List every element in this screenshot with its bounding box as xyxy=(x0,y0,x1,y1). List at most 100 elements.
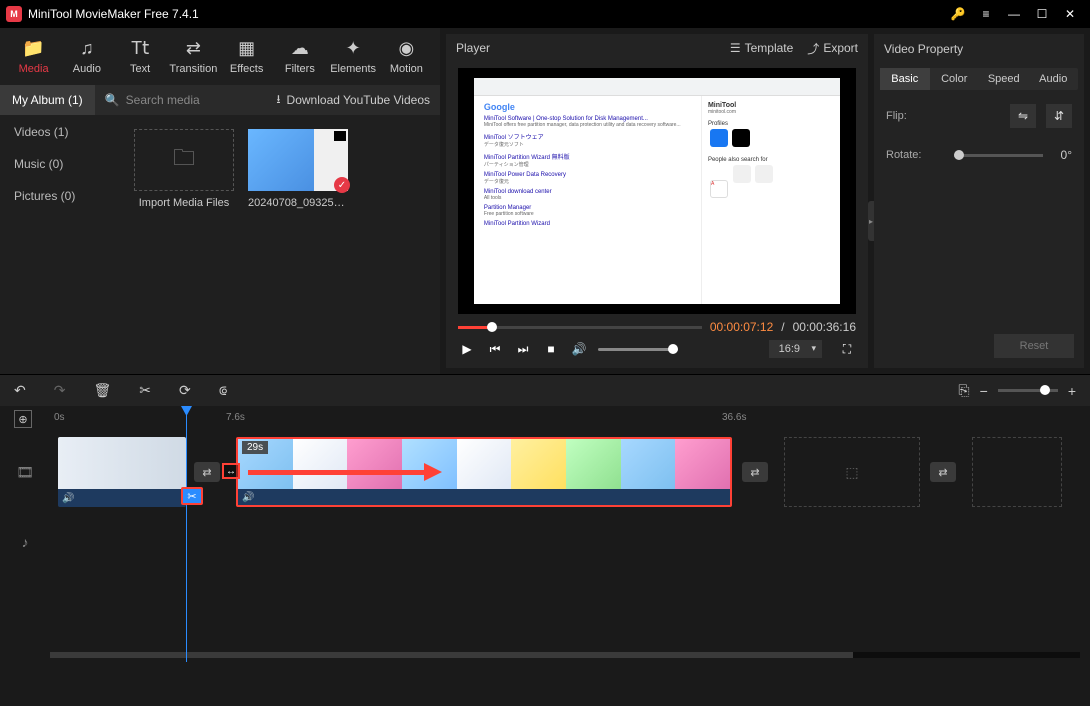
export-icon: ⤴ xyxy=(807,40,819,57)
zoom-out-button[interactable]: − xyxy=(980,383,988,399)
split-button[interactable]: ✂ xyxy=(139,382,151,399)
aspect-ratio-select[interactable]: 16:9 xyxy=(769,340,822,358)
tab-filters[interactable]: ☁Filters xyxy=(274,34,325,79)
transition-slot[interactable]: ⇄ xyxy=(194,462,220,482)
flip-horizontal-button[interactable]: ⇋ xyxy=(1010,104,1036,128)
nav-music[interactable]: Music (0) xyxy=(14,157,106,171)
import-label: Import Media Files xyxy=(134,197,234,209)
prev-frame-button[interactable]: ⏮ xyxy=(486,342,504,357)
add-track-button[interactable]: ⊕ xyxy=(14,410,32,428)
play-button[interactable]: ▶ xyxy=(458,342,476,356)
tab-motion[interactable]: ◉Motion xyxy=(381,34,432,79)
window-close-button[interactable]: ✕ xyxy=(1056,0,1084,28)
tab-elements[interactable]: ✦Elements xyxy=(328,34,379,79)
ruler-mark: 36.6s xyxy=(722,412,746,423)
tab-audio[interactable]: ♫Audio xyxy=(61,34,112,79)
fullscreen-button[interactable]: ⛶ xyxy=(838,342,856,357)
vip-key-icon[interactable]: 🔑 xyxy=(944,0,972,28)
video-track-icon: 🎞 xyxy=(0,464,50,481)
prop-tab-audio[interactable]: Audio xyxy=(1029,68,1079,90)
audio-track-content[interactable] xyxy=(50,507,1090,577)
transition-slot[interactable]: ⇄ xyxy=(742,462,768,482)
panel-collapse-handle[interactable]: ▸ xyxy=(868,201,874,241)
filters-icon: ☁ xyxy=(274,38,325,59)
media-category-nav: Videos (1) Music (0) Pictures (0) xyxy=(0,115,120,374)
prop-tab-speed[interactable]: Speed xyxy=(979,68,1029,90)
volume-icon[interactable]: 🔊 xyxy=(570,342,588,356)
media-clip-card[interactable]: ✓ 20240708_093259... xyxy=(248,129,348,209)
export-button[interactable]: ⤴Export xyxy=(807,40,858,57)
redo-button[interactable]: ↷ xyxy=(54,382,66,399)
music-note-icon: ♫ xyxy=(61,38,112,59)
import-media-card[interactable]: 🗀 Import Media Files xyxy=(134,129,234,209)
timeline-clip-1[interactable]: 🔊 xyxy=(58,437,186,507)
zoom-slider[interactable] xyxy=(998,389,1058,392)
timeline-fit-button[interactable]: ⎘ xyxy=(958,382,969,399)
playhead[interactable] xyxy=(186,406,187,662)
volume-slider[interactable] xyxy=(598,348,678,351)
playback-progress[interactable] xyxy=(458,326,702,329)
window-minimize-button[interactable]: — xyxy=(1000,0,1028,28)
player-title: Player xyxy=(456,41,490,55)
next-frame-button[interactable]: ⏭ xyxy=(514,342,532,357)
elements-icon: ✦ xyxy=(328,38,379,59)
clip-filename: 20240708_093259... xyxy=(248,197,348,209)
split-annotation-icon: ✂ xyxy=(181,487,203,505)
prop-tab-color[interactable]: Color xyxy=(930,68,980,90)
clip-audio-icon: 🔊 xyxy=(62,493,74,504)
text-icon: T𝗍 xyxy=(115,38,166,59)
search-placeholder: Search media xyxy=(126,93,200,107)
tab-media[interactable]: 📁Media xyxy=(8,34,59,79)
menu-icon[interactable]: ≡ xyxy=(972,0,1000,28)
nav-pictures[interactable]: Pictures (0) xyxy=(14,189,106,203)
player-panel: Player ☰Template ⤴Export Google MiniTool… xyxy=(446,34,868,368)
empty-clip-slot[interactable] xyxy=(972,437,1062,507)
media-header: My Album (1) 🔍 Search media ⭳ Download Y… xyxy=(0,85,440,115)
timeline-ruler[interactable]: 0s 7.6s 36.6s xyxy=(50,406,1090,432)
tool-tabs: 📁Media ♫Audio T𝗍Text ⇄Transition ▦Effect… xyxy=(0,28,440,85)
preview-viewport[interactable]: Google MiniTool Software | One-stop Solu… xyxy=(458,68,856,314)
current-time: 00:00:07:12 xyxy=(710,320,773,334)
rotate-label: Rotate: xyxy=(886,149,936,161)
tab-effects[interactable]: ▦Effects xyxy=(221,34,272,79)
download-youtube-button[interactable]: ⭳ Download YouTube Videos xyxy=(266,90,440,111)
flip-vertical-button[interactable]: ⇵ xyxy=(1046,104,1072,128)
tab-text[interactable]: T𝗍Text xyxy=(115,34,166,79)
undo-button[interactable]: ↶ xyxy=(14,382,26,399)
app-logo: M xyxy=(6,6,22,22)
layers-icon: ☰ xyxy=(730,41,741,55)
total-time: 00:00:36:16 xyxy=(793,320,856,334)
audio-track: ♪ xyxy=(0,512,1090,572)
template-button[interactable]: ☰Template xyxy=(730,41,793,55)
search-icon: 🔍 xyxy=(105,93,120,107)
folder-icon: 🗀 xyxy=(173,141,195,179)
transition-icon: ⇄ xyxy=(168,38,219,59)
folder-icon: 📁 xyxy=(8,38,59,59)
stop-button[interactable]: ■ xyxy=(542,342,560,356)
timeline: ⊕ 0s 7.6s 36.6s 🎞 🔊 ⇄ 29s 🔊 ⇄ xyxy=(0,406,1090,662)
flip-label: Flip: xyxy=(886,110,936,122)
ruler-mark: 0s xyxy=(54,412,65,423)
timeline-clip-2[interactable]: 29s 🔊 xyxy=(236,437,732,507)
rotate-slider[interactable] xyxy=(954,154,1043,157)
transition-slot[interactable]: ⇄ xyxy=(930,462,956,482)
added-check-icon: ✓ xyxy=(334,177,350,193)
empty-clip-slot[interactable]: ⬚ xyxy=(784,437,920,507)
prop-tab-basic[interactable]: Basic xyxy=(880,68,930,90)
video-track: 🎞 🔊 ⇄ 29s 🔊 ⇄ ⬚ ⇄ ✂ ↔ xyxy=(0,432,1090,512)
crop-button[interactable]: ⟃ xyxy=(219,382,227,399)
search-media-input[interactable]: 🔍 Search media xyxy=(95,93,267,107)
nav-videos[interactable]: Videos (1) xyxy=(14,125,106,139)
video-track-content[interactable]: 🔊 ⇄ 29s 🔊 ⇄ ⬚ ⇄ ✂ ↔ xyxy=(50,437,1090,507)
window-maximize-button[interactable]: ☐ xyxy=(1028,0,1056,28)
video-property-panel: ▸ Video Property Basic Color Speed Audio… xyxy=(874,34,1084,368)
ruler-mark: 7.6s xyxy=(226,412,245,423)
my-album-tab[interactable]: My Album (1) xyxy=(0,85,95,115)
speed-button[interactable]: ⟳ xyxy=(179,382,191,399)
delete-button[interactable]: 🗑 xyxy=(93,382,111,399)
effects-icon: ▦ xyxy=(221,38,272,59)
zoom-in-button[interactable]: + xyxy=(1068,383,1076,399)
timeline-scrollbar[interactable] xyxy=(50,652,1080,658)
tab-transition[interactable]: ⇄Transition xyxy=(168,34,219,79)
reset-button[interactable]: Reset xyxy=(994,334,1074,358)
